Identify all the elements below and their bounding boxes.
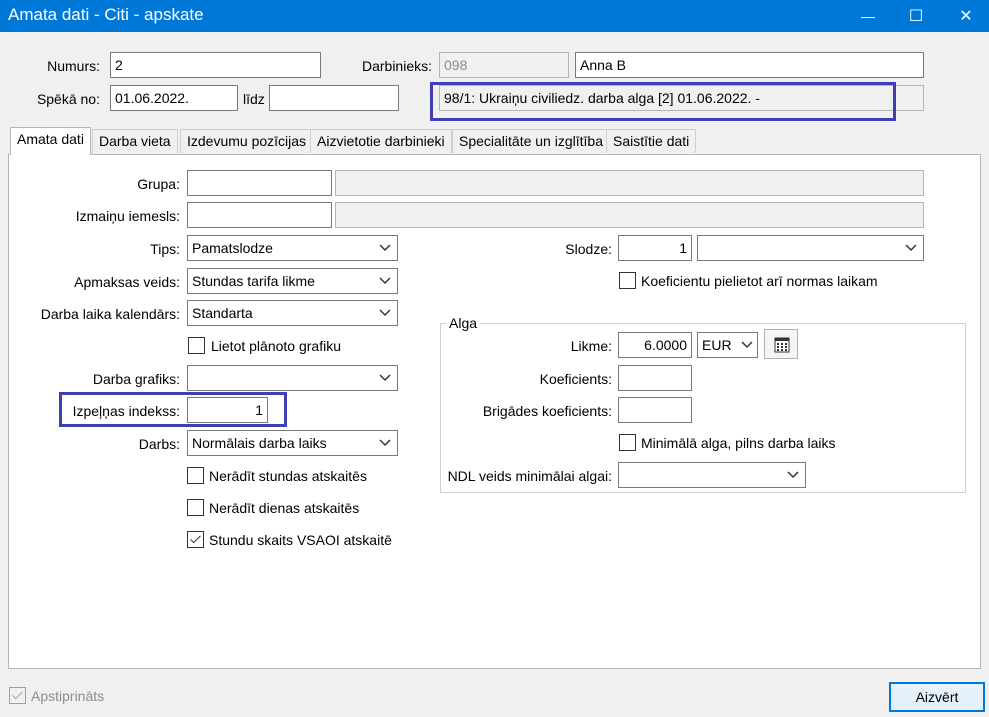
close-icon: ✕ [959, 8, 973, 25]
chevron-down-icon [787, 471, 799, 479]
darba-grafiks-label: Darba grafiks: [92, 371, 180, 387]
vsaoi-label: Stundu skaits VSAOI atskaitē [209, 532, 392, 548]
slodze-input[interactable]: 1 [618, 235, 692, 261]
ndl-veids-label: NDL veids minimālai algai: [447, 468, 612, 484]
numurs-input[interactable]: 2 [110, 52, 321, 78]
chevron-down-icon [379, 277, 391, 285]
koeficients-input[interactable] [618, 365, 692, 391]
darba-laika-kalendars-value: Standarta [192, 305, 253, 321]
tab-saistitie-dati[interactable]: Saistītie dati [606, 129, 697, 153]
chevron-down-icon [379, 244, 391, 252]
tips-select[interactable]: Pamatslodze [187, 235, 398, 261]
chevron-down-icon [905, 244, 917, 252]
tab-izdevumu-pozicijas[interactable]: Izdevumu pozīcijas [180, 129, 314, 153]
maximize-button[interactable]: ☐ [893, 0, 939, 32]
chevron-down-icon [741, 341, 753, 349]
minimize-button[interactable]: — [845, 0, 891, 32]
darba-laika-kalendars-label: Darba laika kalendārs: [40, 306, 180, 322]
izmainu-iemesls-code-input[interactable] [187, 202, 332, 228]
darbs-select[interactable]: Normālais darba laiks [187, 430, 398, 456]
apmaksas-veids-value: Stundas tarifa likme [192, 273, 315, 289]
izmainu-iemesls-name-field [335, 202, 924, 228]
koeficientu-normas-label: Koeficientu pielietot arī normas laikam [641, 273, 878, 289]
title-bar: Amata dati - Citi - apskate — ☐ ✕ [0, 0, 989, 32]
neradit-dienas-label: Nerādīt dienas atskaitēs [209, 500, 360, 516]
likme-input[interactable]: 6.0000 [618, 332, 692, 358]
currency-value: EUR [702, 337, 732, 353]
apstiprinats-label: Apstiprināts [31, 688, 105, 704]
chevron-down-icon [379, 309, 391, 317]
darba-laika-kalendars-select[interactable]: Standarta [187, 300, 398, 326]
koeficients-label: Koeficients: [539, 371, 612, 387]
darbinieks-code-input[interactable]: 098 [439, 52, 569, 78]
tab-amata-dati[interactable]: Amata dati [10, 127, 91, 155]
grupa-code-input[interactable] [187, 170, 332, 196]
tab-specialitate-izglitiba[interactable]: Specialitāte un izglītība [452, 129, 610, 153]
likme-label: Likme: [570, 338, 612, 354]
lietot-planoto-grafiku-checkbox[interactable] [188, 337, 205, 354]
darbinieks-label: Darbinieks: [361, 58, 432, 74]
grupa-label: Grupa: [137, 176, 180, 192]
tab-aizvietotie-darbinieki[interactable]: Aizvietotie darbinieki [310, 129, 452, 153]
neradit-stundas-label: Nerādīt stundas atskaitēs [209, 468, 367, 484]
grupa-name-field [335, 170, 924, 196]
currency-select[interactable]: EUR [697, 332, 758, 358]
slodze-label: Slodze: [565, 241, 612, 257]
apstiprinats-checkbox[interactable] [9, 687, 26, 704]
numurs-label: Numurs: [47, 58, 100, 74]
neradit-dienas-checkbox[interactable] [187, 499, 204, 516]
chevron-down-icon [379, 374, 391, 382]
darbinieks-name-input[interactable]: Anna B [575, 52, 924, 78]
ndl-veids-select[interactable] [618, 462, 806, 488]
vsaoi-checkbox[interactable] [187, 531, 204, 548]
minimala-alga-checkbox[interactable] [619, 434, 636, 451]
koeficientu-normas-checkbox[interactable] [619, 272, 636, 289]
tips-label: Tips: [150, 241, 180, 257]
close-button[interactable]: Aizvērt [889, 682, 985, 712]
minimala-alga-label: Minimālā alga, pilns darba laiks [641, 435, 836, 451]
darbs-value: Normālais darba laiks [192, 435, 327, 451]
neradit-stundas-checkbox[interactable] [187, 467, 204, 484]
close-window-button[interactable]: ✕ [943, 0, 989, 32]
izmainu-iemesls-label: Izmaiņu iemesls: [75, 208, 180, 224]
calculator-icon [774, 337, 790, 353]
lidz-label: līdz [243, 91, 265, 107]
window-title: Amata dati - Citi - apskate [8, 5, 204, 24]
chevron-down-icon [379, 439, 391, 447]
tab-darba-vieta[interactable]: Darba vieta [92, 129, 178, 153]
apmaksas-veids-label: Apmaksas veids: [74, 274, 180, 290]
tips-value: Pamatslodze [192, 240, 273, 256]
calculator-button[interactable] [764, 329, 798, 359]
lidz-input[interactable] [269, 85, 399, 111]
darbs-label: Darbs: [138, 436, 180, 452]
slodze-unit-select[interactable] [697, 235, 924, 261]
brigades-koeficients-input[interactable] [618, 397, 692, 423]
speka-no-input[interactable]: 01.06.2022. [110, 85, 238, 111]
maximize-icon: ☐ [908, 8, 924, 25]
brigades-koeficients-label: Brigādes koeficients: [482, 403, 612, 419]
minimize-icon: — [861, 8, 875, 24]
izpelnas-highlight-box [59, 392, 287, 427]
alga-group-title: Alga [446, 315, 481, 331]
lietot-planoto-grafiku-label: Lietot plānoto grafiku [211, 338, 341, 354]
speka-no-label: Spēkā no: [36, 91, 100, 107]
darba-grafiks-select[interactable] [187, 365, 398, 391]
description-highlight-box [430, 82, 896, 121]
apmaksas-veids-select[interactable]: Stundas tarifa likme [187, 268, 398, 294]
